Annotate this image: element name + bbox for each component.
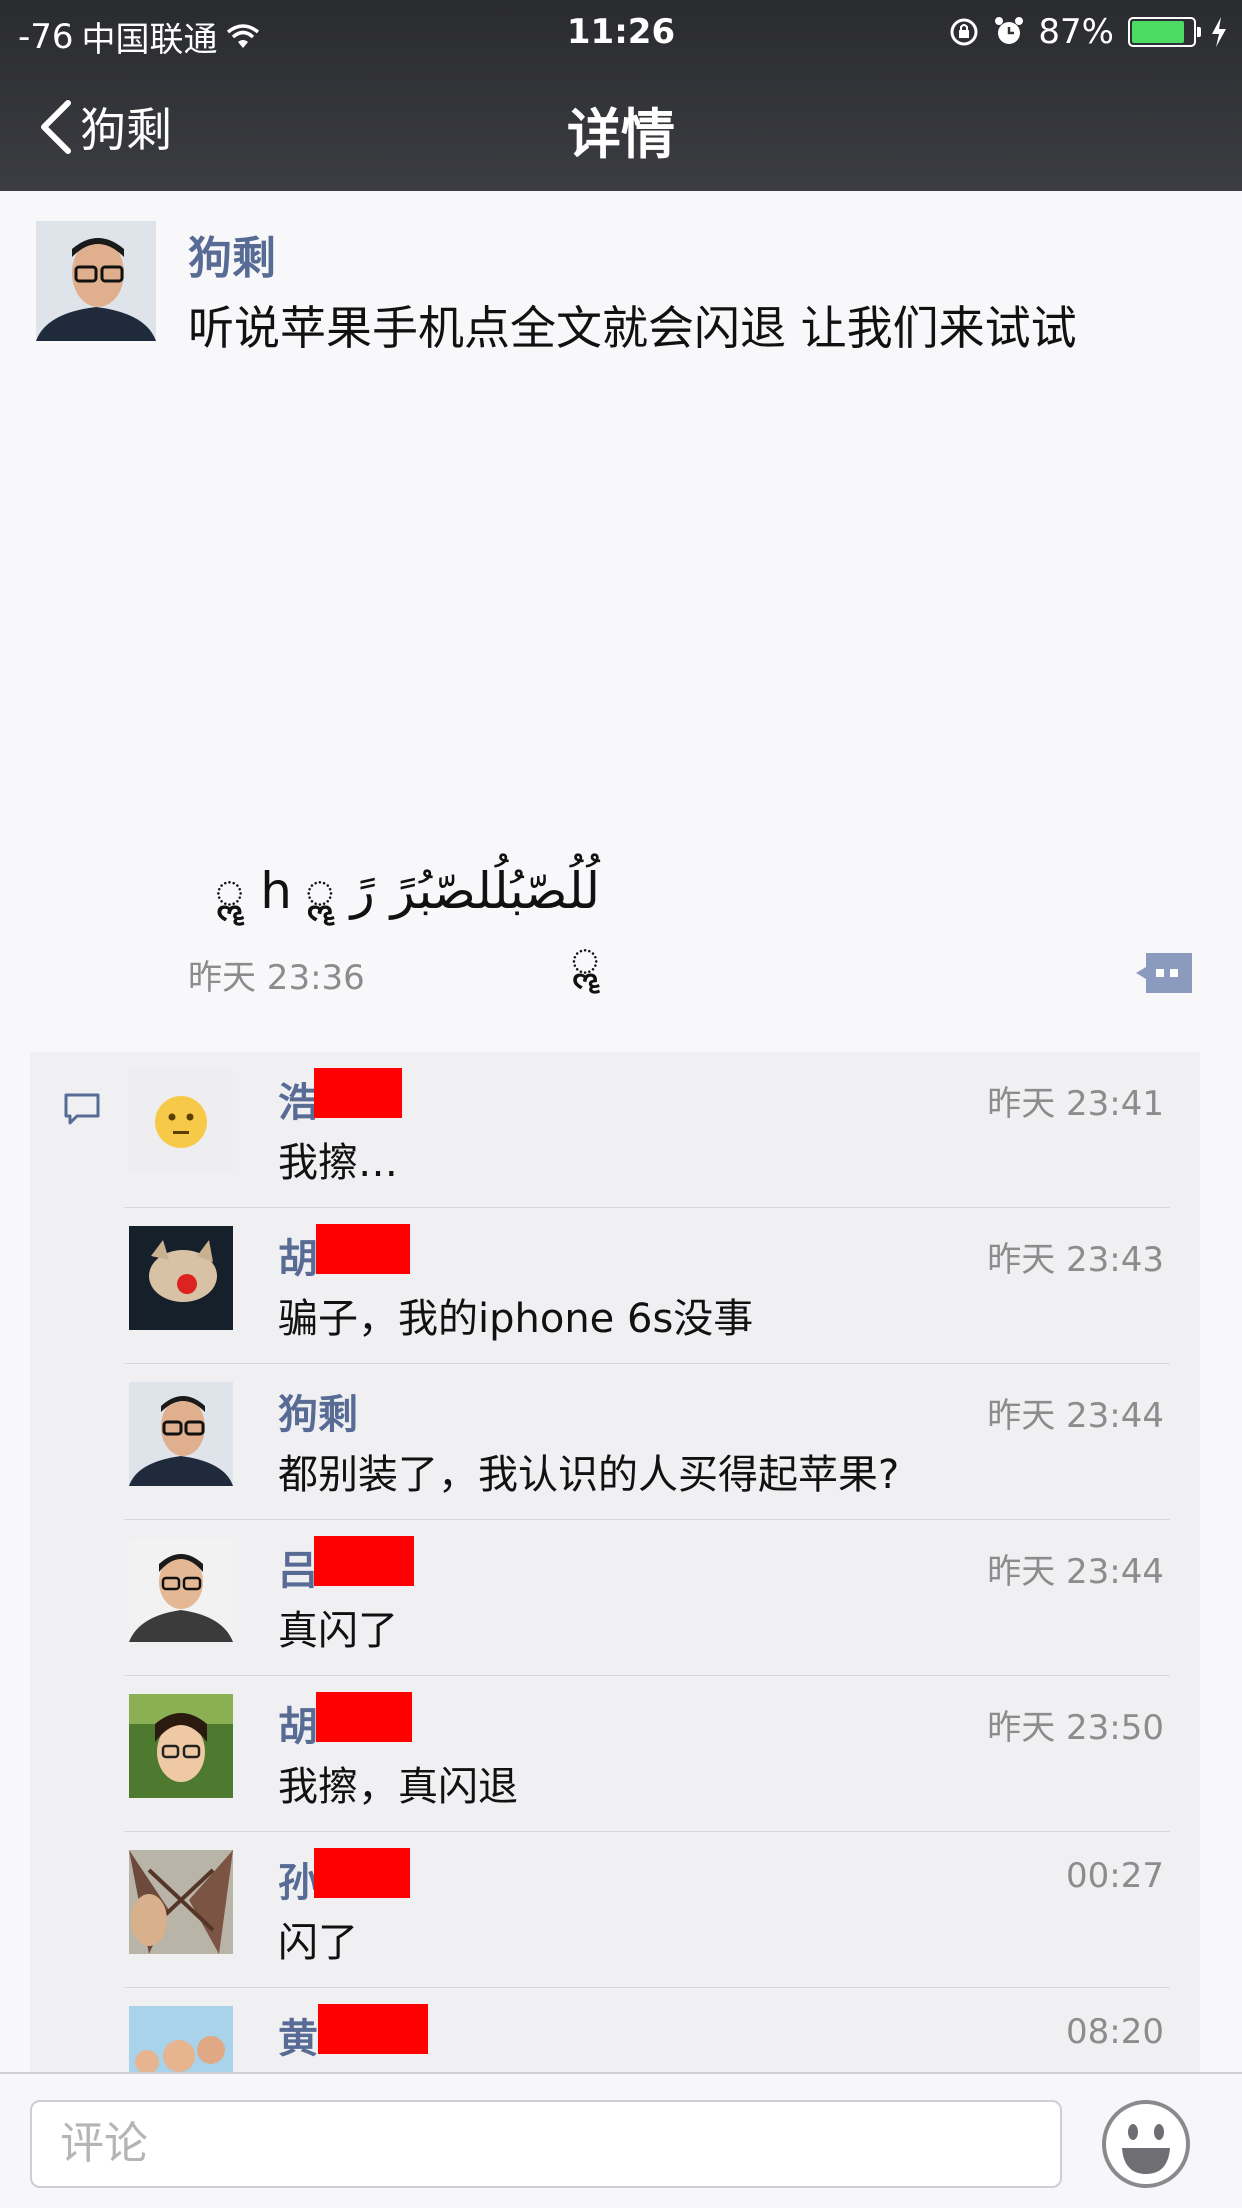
comment-time: 00:27 xyxy=(1066,1856,1164,1896)
battery-percent: 87% xyxy=(1038,12,1114,52)
comment-avatar[interactable] xyxy=(129,1070,233,1174)
comment-time: 昨天 23:43 xyxy=(987,1240,1164,1280)
comment-time: 昨天 23:50 xyxy=(987,1708,1164,1748)
comment-text: 我擦… xyxy=(278,1140,398,1186)
comment-author[interactable]: 吕 xyxy=(278,1538,318,1596)
emoji-button[interactable] xyxy=(1100,2098,1192,2190)
comment-time: 昨天 23:44 xyxy=(987,1552,1164,1592)
comment-avatar[interactable] xyxy=(129,1382,233,1486)
battery-icon xyxy=(1128,17,1201,47)
redaction-box xyxy=(318,2004,428,2054)
comment-text: 都别装了，我认识的人买得起苹果? xyxy=(278,1452,900,1498)
comment-row[interactable]: 吕 昨天 23:44 真闪了 xyxy=(124,1520,1200,1676)
comment-text: 我擦，真闪退 xyxy=(278,1764,518,1810)
top-bar: -76 中国联通 11:26 87% 狗剩 详情 xyxy=(0,0,1242,191)
comment-avatar[interactable] xyxy=(129,1538,233,1642)
comment-list: 浩 昨天 23:41 我擦… 胡 昨天 23:43 骗子，我的iphone 6s… xyxy=(30,1052,1200,2072)
post-author-name[interactable]: 狗剩 xyxy=(188,222,276,286)
comment-text: 闪了 xyxy=(278,1920,358,1966)
comment-text: 骗子，我的iphone 6s没事 xyxy=(278,1296,754,1342)
comment-author[interactable]: 胡 xyxy=(278,1226,318,1284)
comment-input-bar: 评论 xyxy=(0,2072,1242,2208)
charging-bolt-icon xyxy=(1212,17,1226,47)
redaction-box xyxy=(314,1536,414,1586)
comment-input[interactable]: 评论 xyxy=(30,2100,1062,2188)
comment-author[interactable]: 狗剩 xyxy=(278,1382,358,1440)
comment-time: 昨天 23:44 xyxy=(987,1396,1164,1436)
post-timestamp: 昨天 23:36 xyxy=(188,958,365,998)
comment-bubble-icon xyxy=(64,1093,100,1125)
redaction-box xyxy=(316,1224,410,1274)
comment-row[interactable]: 狗剩 昨天 23:44 都别装了，我认识的人买得起苹果? xyxy=(124,1364,1200,1520)
comment-author[interactable]: 胡 xyxy=(278,1694,318,1752)
comment-avatar[interactable] xyxy=(129,1226,233,1330)
comment-author[interactable]: 孙 xyxy=(278,1850,318,1908)
comment-avatar[interactable] xyxy=(129,1850,233,1954)
rotation-lock-icon xyxy=(950,18,978,46)
comment-author[interactable]: 浩 xyxy=(278,1070,318,1128)
redaction-box xyxy=(314,1068,402,1118)
comment-text: 真闪了 xyxy=(278,1608,398,1654)
redaction-box xyxy=(316,1692,412,1742)
comment-row[interactable]: 孙 00:27 闪了 xyxy=(124,1832,1200,1988)
comment-action-button[interactable] xyxy=(1136,953,1192,993)
comment-time: 昨天 23:41 xyxy=(987,1084,1164,1124)
comment-avatar[interactable] xyxy=(129,1694,233,1798)
comment-row[interactable]: 胡 昨天 23:50 我擦，真闪退 xyxy=(124,1676,1200,1832)
comment-row[interactable]: 胡 昨天 23:43 骗子，我的iphone 6s没事 xyxy=(124,1208,1200,1364)
comment-avatar[interactable] xyxy=(129,2006,233,2072)
comment-row[interactable]: 浩 昨天 23:41 我擦… xyxy=(124,1052,1200,1208)
status-bar: -76 中国联通 11:26 87% xyxy=(0,0,1242,62)
page-title: 详情 xyxy=(567,103,675,166)
person-avatar-image xyxy=(36,221,156,341)
comment-row[interactable]: 黄 08:20 xyxy=(124,1988,1200,2072)
alarm-icon xyxy=(995,17,1024,44)
comment-time: 08:20 xyxy=(1066,2012,1164,2052)
comment-author[interactable]: 黄 xyxy=(278,2006,318,2064)
battery-fill xyxy=(1132,21,1184,43)
redaction-box xyxy=(314,1848,410,1898)
post-author-avatar[interactable] xyxy=(36,221,156,341)
post-text: 听说苹果手机点全文就会闪退 让我们来试试 xyxy=(188,301,1077,355)
